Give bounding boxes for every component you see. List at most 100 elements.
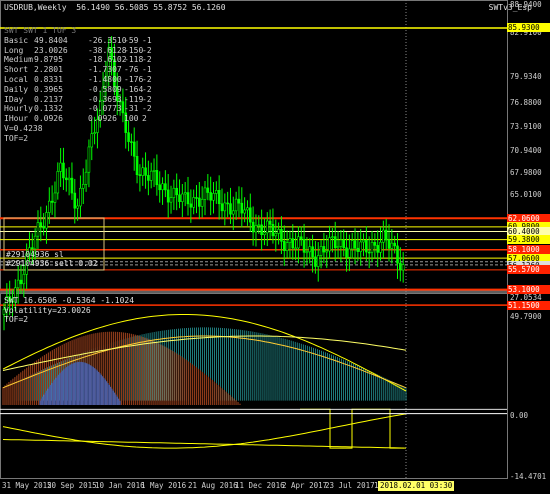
price-axis-label: 76.8800 [510,98,542,107]
swt-stats-panel: SWT SWT 1 TOF 3 Basic 49.8404 -26.3510 -59-… [4,26,152,144]
candle-body [200,199,204,207]
stats-cell-v3: 100 [124,114,139,124]
stats-tof: TOF=2 [4,133,29,143]
stats-cell-v4: -2 [142,45,152,55]
candle-body [217,190,221,205]
stats-cell-v3: -150 [124,45,144,55]
stats-cell-name: Local [4,74,29,84]
candle-body [291,238,295,249]
candle-body [353,240,357,249]
stats-cell-v3: -59 [124,35,139,45]
candle-body [87,146,91,173]
candle-body [390,242,394,249]
candle-body [212,193,215,201]
date-axis-label: 31 May 2015 [2,481,52,490]
stats-cell-v4: -1 [142,35,152,45]
stats-cell-v4: -1 [142,65,152,75]
oscillator-axis-label: 27.0534 [510,293,542,302]
order-sl-label[interactable]: #29104936 sl [6,250,64,259]
step-signal-line [300,408,404,449]
order-sell-label[interactable]: #29104936 sell 0.02 [6,259,98,268]
date-axis-label: 11 Dec 2016 [235,481,285,490]
stats-cell-v1: 9.8795 [34,55,63,65]
date-axis-label: 23 Jul 2017 [325,481,375,490]
date-axis-label: 10 Jan 2016 [95,481,145,490]
stats-row: Local 0.8331 -1.4800 -176 -2 [4,75,152,85]
candle-body [232,210,235,215]
stats-cell-v2: -26.3510 [88,35,127,45]
candle-body [158,184,162,191]
candle-body [285,242,289,251]
price-level-tag: 55.5700 [507,265,550,275]
stats-cell-v2: -18.6102 [88,55,127,65]
candle-body [19,279,23,285]
candle-body [350,240,354,250]
candle-body [393,242,396,247]
stats-cell-v2: -0.0773 [88,104,122,114]
stats-cell-v2: -1.7307 [88,65,122,75]
stats-cell-v4: -2 [142,104,152,114]
candle-body [243,209,246,214]
stats-cell-v3: -118 [124,55,144,65]
candle-body [367,251,371,254]
stats-cell-v3: -176 [124,74,144,84]
candle-body [333,236,337,249]
stats-cell-v1: 0.0926 [34,114,63,124]
candle-body [328,237,331,252]
stats-cell-v1: 0.2137 [34,94,63,104]
candle-body [70,177,74,194]
stats-cell-v4: -2 [142,94,152,104]
stats-cell-name: Daily [4,84,29,94]
oscillator-line [2,413,407,449]
candle-body [311,246,314,258]
candle-body [223,202,227,212]
price-axis-label: 70.9400 [510,146,542,155]
candle-body [141,167,145,176]
candle-body [288,238,292,243]
candle-body [356,247,360,252]
candle-body [370,242,374,253]
stats-cell-v3: -164 [124,84,144,94]
candle-body [294,247,297,250]
candle-body [181,193,184,202]
candle-body [316,255,320,267]
candle-body [297,236,300,249]
candle-body [336,246,340,249]
candle-body [135,155,139,175]
candle-body [274,233,278,237]
price-level-tag: 85.9300 [507,23,550,33]
candle-body [138,174,142,176]
stats-cell-v1: 0.3965 [34,84,63,94]
candle-body [379,241,382,253]
candle-body [42,225,45,229]
candle-body [260,224,263,236]
candle-body [365,239,368,253]
candle-body [152,170,156,172]
candle-body [339,239,343,247]
candle-body [362,239,365,243]
oscillator-axis-label: -14.4701 [510,472,547,481]
candle-body [195,197,198,199]
date-axis-label: 21 Aug 2016 [188,481,238,490]
stats-row: Hourly 0.1332 -0.0773 -31 -2 [4,104,152,114]
stats-v: V=0.4238 [4,123,43,133]
candle-body [132,141,136,157]
candle-body [254,225,258,233]
candle-body [308,246,312,253]
candle-body [282,241,286,251]
candle-body [314,256,317,267]
stats-cell-v2: -0.3693 [88,94,122,104]
candle-body [206,187,210,193]
candle-body [299,236,303,240]
stats-row: IHour 0.0926 0.0926 100 2 [4,114,152,124]
candle-body [215,190,218,194]
candle-body [305,251,309,254]
candle-body [240,202,244,214]
candle-body [67,177,71,181]
stats-row: Long 23.0026 -38.6128 -150 -2 [4,46,152,56]
candle-body [186,192,190,205]
date-axis-label: 1 May 2016 [141,481,187,490]
candle-body [198,197,201,207]
candle-body [226,202,229,205]
candle-body [271,224,275,237]
